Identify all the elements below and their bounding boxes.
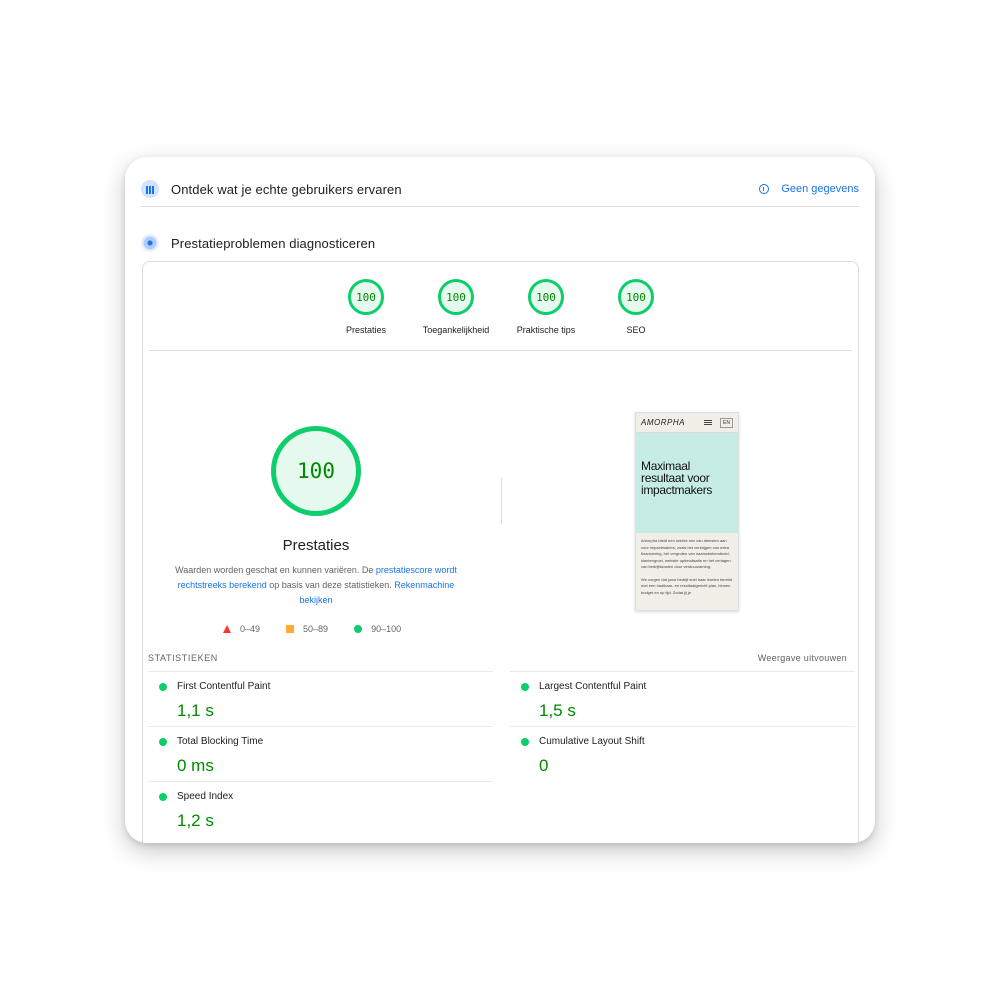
pass-dot-icon	[521, 683, 529, 691]
page-screenshot: AMORPHA EN Maximaal resultaat voor impac…	[635, 412, 739, 611]
screenshot-body: Amorpha biedt een unieke mix van dienste…	[636, 533, 738, 610]
no-data-label: Geen gegevens	[781, 183, 859, 195]
metric-cls: Cumulative Layout Shift 0	[510, 726, 855, 780]
metric-value: 0	[539, 756, 549, 775]
field-data-header[interactable]: Ontdek wat je echte gebruikers ervaren G…	[141, 173, 859, 205]
metric-value: 1,1 s	[177, 701, 214, 720]
diagnose-header: Prestatieproblemen diagnosticeren	[141, 227, 859, 259]
gauge-accessibility[interactable]: 100 Toegankelijkheid	[406, 279, 506, 335]
metric-tbt: Total Blocking Time 0 ms	[148, 726, 493, 780]
metric-fcp: First Contentful Paint 1,1 s	[148, 671, 493, 725]
legend-average: 50–89	[286, 624, 328, 634]
metric-speed-index: Speed Index 1,2 s	[148, 781, 493, 835]
square-icon	[286, 625, 295, 633]
score-legend: 0–49 50–89 90–100	[223, 624, 427, 634]
performance-description: Waarden worden geschat en kunnen variëre…	[166, 563, 466, 608]
screenshot-paragraph: We zorgen dat jouw bedrijf snel haar doe…	[641, 576, 733, 595]
gauge-label: SEO	[626, 325, 646, 335]
gauge-score: 100	[618, 279, 654, 315]
legend-pass: 90–100	[354, 624, 401, 634]
report-panel: 100 Prestaties 100 Toegankelijkheid 100 …	[142, 261, 859, 843]
screenshot-logo: AMORPHA	[641, 418, 685, 427]
lighthouse-icon	[141, 234, 159, 252]
gauge-score: 100	[528, 279, 564, 315]
screenshot-navbar: AMORPHA EN	[636, 413, 738, 433]
metric-lcp: Largest Contentful Paint 1,5 s	[510, 671, 855, 725]
users-icon	[141, 180, 159, 198]
legend-fail-label: 0–49	[240, 624, 261, 634]
legend-average-label: 50–89	[303, 624, 329, 634]
legend-fail: 0–49	[223, 624, 260, 634]
metric-name: Largest Contentful Paint	[539, 681, 647, 692]
performance-title: Prestaties	[282, 537, 350, 554]
pass-dot-icon	[521, 738, 529, 746]
diagnose-title: Prestatieproblemen diagnosticeren	[171, 235, 376, 251]
legend-pass-label: 90–100	[371, 624, 402, 634]
category-gauges: 100 Prestaties 100 Toegankelijkheid 100 …	[143, 279, 858, 339]
gauge-score: 100	[438, 279, 474, 315]
pass-dot-icon	[159, 793, 167, 801]
gauge-best-practices[interactable]: 100 Praktische tips	[496, 279, 596, 335]
metric-value: 0 ms	[177, 756, 214, 775]
gauge-seo[interactable]: 100 SEO	[586, 279, 686, 335]
gauge-label: Prestaties	[345, 325, 387, 335]
no-data-link[interactable]: Geen gegevens	[759, 183, 859, 195]
header-divider	[141, 206, 859, 207]
performance-score-gauge: 100	[271, 426, 361, 516]
pagespeed-card: Ontdek wat je echte gebruikers ervaren G…	[125, 157, 875, 843]
gauge-score: 100	[348, 279, 384, 315]
gauge-label: Praktische tips	[516, 325, 576, 335]
screenshot-paragraph: Amorpha biedt een unieke mix van dienste…	[641, 538, 731, 569]
gauge-label: Toegankelijkheid	[422, 325, 490, 335]
metric-value: 1,2 s	[177, 811, 214, 830]
screenshot-hero: Maximaal resultaat voor impactmakers	[636, 433, 738, 533]
pass-dot-icon	[159, 738, 167, 746]
circle-icon	[354, 625, 363, 633]
hamburger-icon	[704, 420, 713, 425]
metric-name: Total Blocking Time	[177, 736, 264, 747]
gauge-performance[interactable]: 100 Prestaties	[316, 279, 416, 335]
triangle-icon	[223, 625, 231, 633]
metric-value: 1,5 s	[539, 701, 576, 720]
metric-name: Cumulative Layout Shift	[539, 736, 645, 747]
vertical-separator	[501, 478, 502, 524]
stats-title: STATISTIEKEN	[148, 653, 218, 663]
desc-text-1: Waarden worden geschat en kunnen variëre…	[175, 565, 376, 575]
desc-text-2: op basis van deze statistieken.	[266, 580, 395, 590]
screenshot-lang: EN	[720, 417, 733, 428]
pass-dot-icon	[159, 683, 167, 691]
expand-view-button[interactable]: Weergave uitvouwen	[758, 653, 847, 663]
info-icon	[759, 184, 770, 194]
field-data-title: Ontdek wat je echte gebruikers ervaren	[171, 181, 402, 197]
metric-name: First Contentful Paint	[177, 681, 271, 692]
gauges-divider	[149, 350, 852, 351]
metric-name: Speed Index	[177, 791, 234, 802]
